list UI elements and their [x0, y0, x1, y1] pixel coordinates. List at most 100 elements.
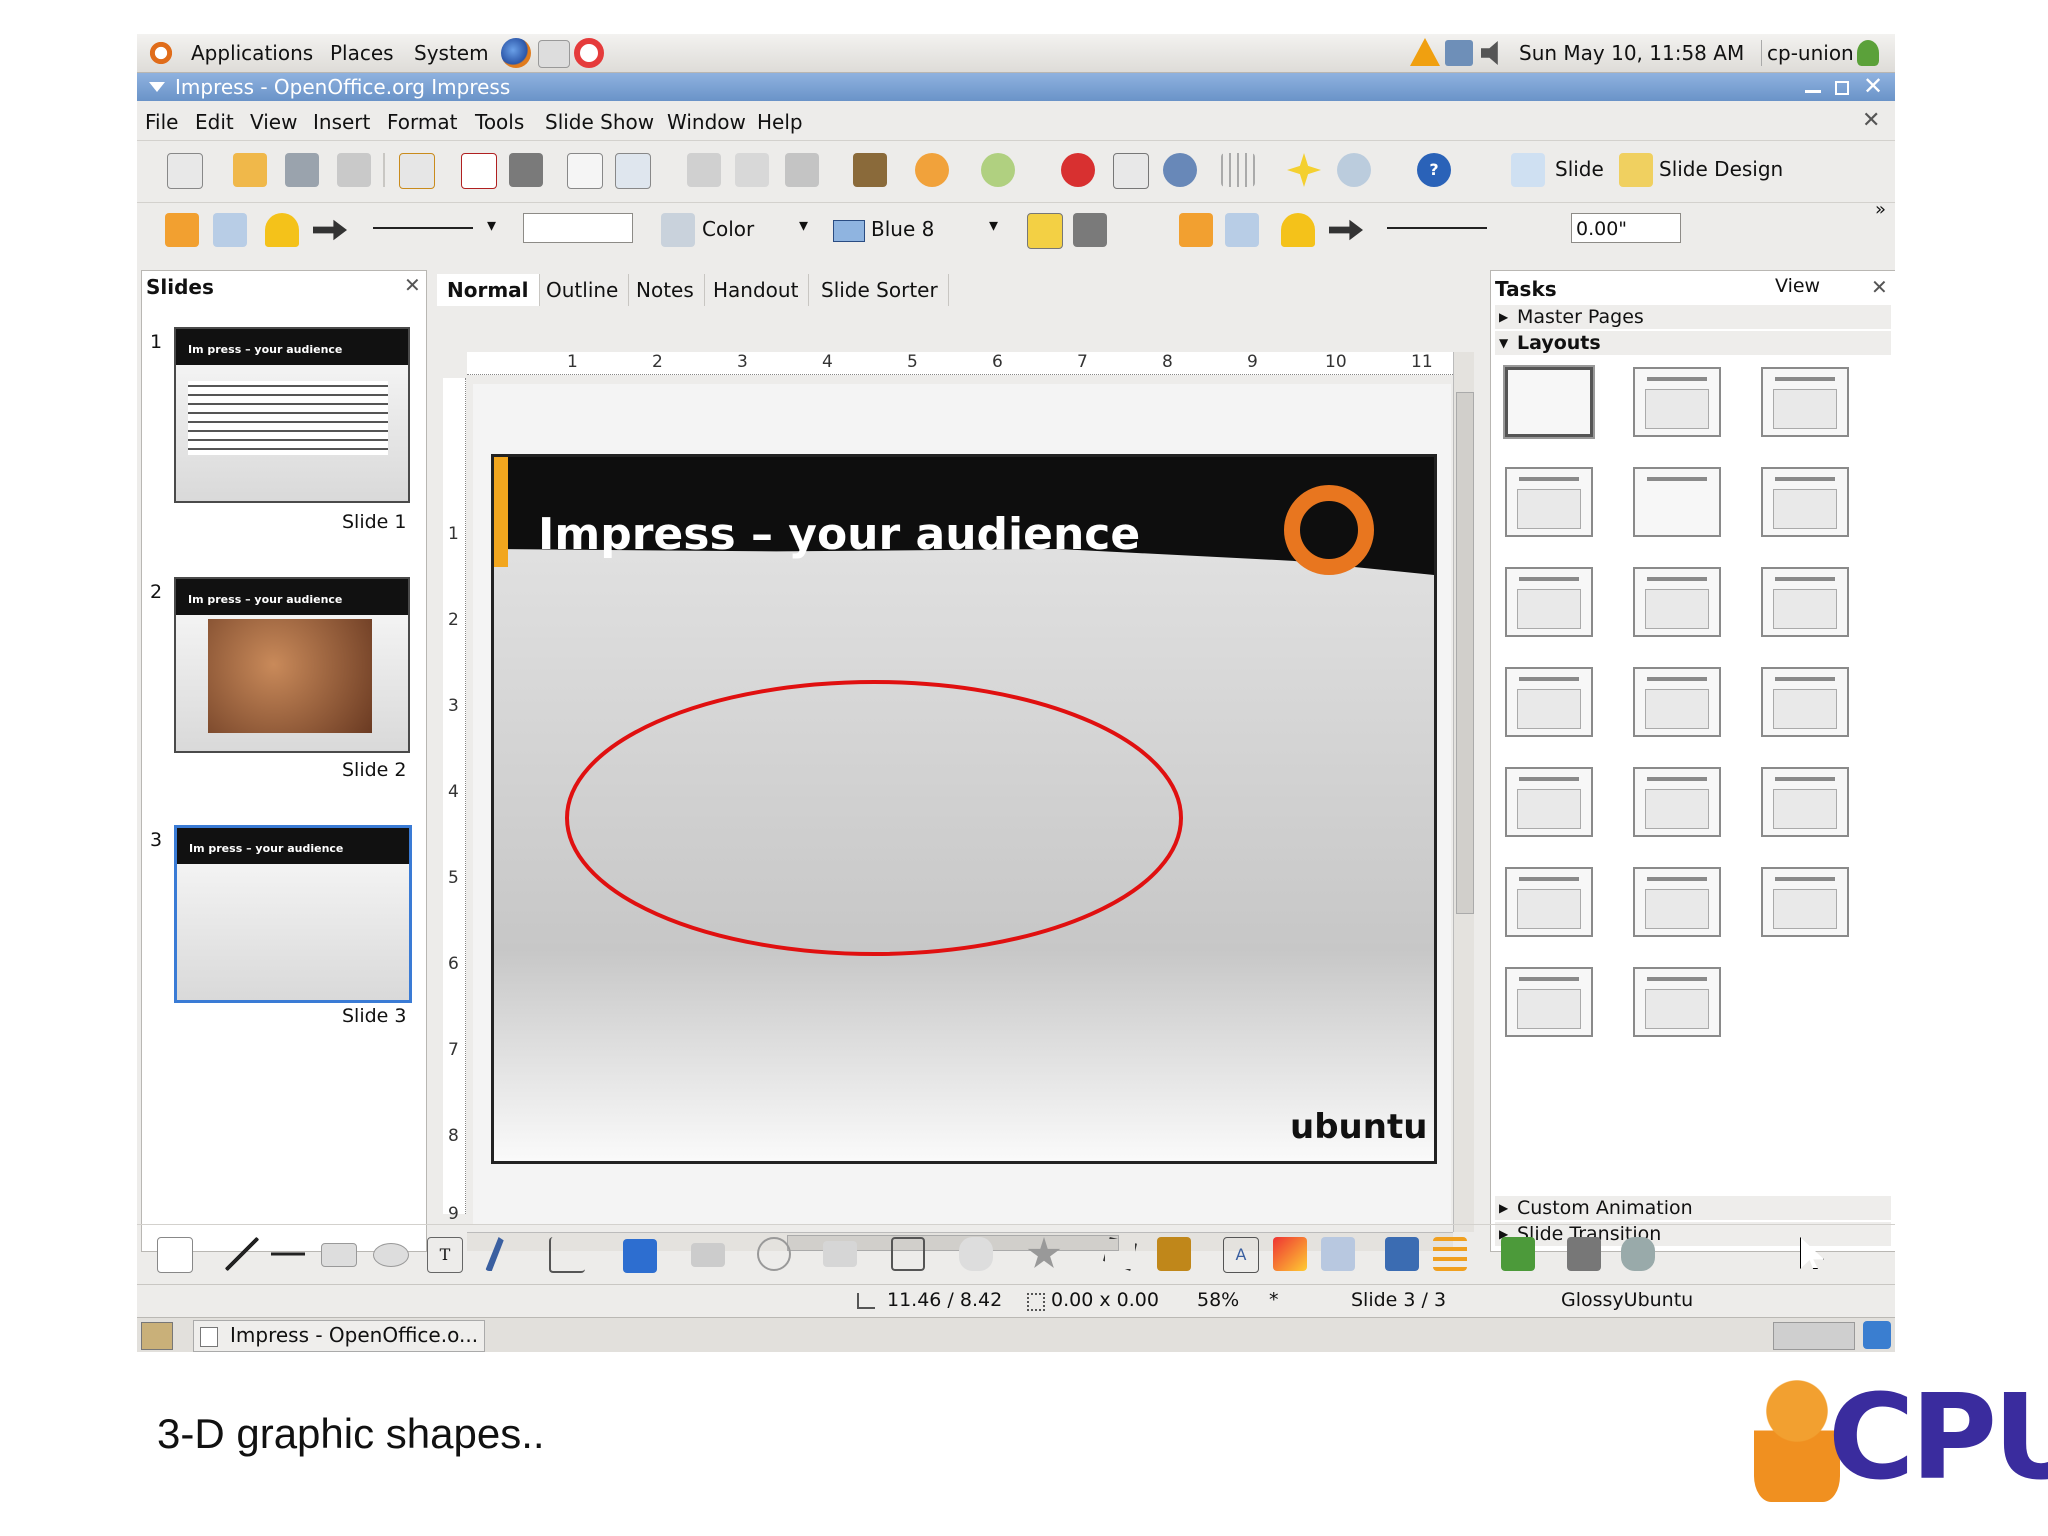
area-color-dropdown-icon[interactable]: ▾	[989, 215, 998, 236]
ubuntu-menu-icon[interactable]	[147, 39, 175, 67]
menu-applications[interactable]: Applications	[191, 40, 313, 66]
spellcheck-icon[interactable]	[567, 153, 603, 189]
layout-chart[interactable]	[1505, 567, 1593, 637]
user-icon[interactable]	[1857, 40, 1879, 66]
scroll-thumb[interactable]	[1456, 392, 1474, 914]
section-layouts[interactable]: ▼ Layouts	[1495, 331, 1891, 355]
window-menu-icon[interactable]	[149, 82, 165, 92]
area-color-swatch[interactable]	[833, 220, 865, 242]
arrange-icon[interactable]	[165, 213, 199, 247]
text-tool-icon[interactable]: T	[427, 1237, 463, 1273]
layout-obj-text[interactable]	[1761, 767, 1849, 837]
line-style-select-2[interactable]	[1387, 227, 1487, 229]
extrusion-icon[interactable]	[1567, 1237, 1601, 1271]
toolbar-overflow-icon[interactable]: »	[1875, 199, 1886, 220]
mail-icon[interactable]	[538, 40, 570, 68]
layout-two-col[interactable]	[1505, 467, 1593, 537]
section-custom-animation[interactable]: ▶ Custom Animation	[1495, 1196, 1891, 1220]
volume-icon[interactable]	[1481, 41, 1498, 65]
menu-help[interactable]: Help	[757, 110, 803, 134]
arrow-style-icon-2[interactable]	[1329, 219, 1363, 241]
select-pointer-icon[interactable]	[157, 1237, 193, 1273]
3d-toggle-icon[interactable]	[1073, 213, 1107, 247]
slide-thumbnail-2[interactable]: Im press – your audience	[174, 577, 410, 753]
connector-tool-icon[interactable]	[549, 1237, 585, 1273]
minimize-icon[interactable]	[1805, 90, 1821, 93]
line-style-icon-2[interactable]	[1281, 213, 1315, 247]
menu-edit[interactable]: Edit	[195, 110, 234, 134]
slide-thumbnail-3[interactable]: Im press – your audience	[174, 825, 412, 1003]
help-lifebuoy-icon[interactable]	[574, 38, 604, 68]
close-tasks-icon[interactable]: ✕	[1871, 275, 1888, 299]
layout-table[interactable]	[1633, 567, 1721, 637]
close-document-icon[interactable]: ✕	[1862, 108, 1880, 133]
line-style-select[interactable]	[373, 227, 473, 229]
taskbar-button[interactable]: Impress - OpenOffice.o...	[193, 1320, 485, 1352]
menu-slide-show[interactable]: Slide Show	[545, 110, 654, 134]
format-paintbrush-icon[interactable]	[853, 153, 887, 187]
layout-chart-text[interactable]	[1761, 667, 1849, 737]
layout-text-over[interactable]	[1505, 967, 1593, 1037]
fontwork-icon[interactable]: A	[1223, 1237, 1259, 1273]
glue-points-icon[interactable]	[1157, 1237, 1191, 1271]
workspace-switcher[interactable]	[1773, 1322, 1855, 1350]
curve-tool-icon[interactable]	[485, 1237, 504, 1271]
toggle-3d-icon[interactable]	[1621, 1237, 1655, 1271]
zoom-level[interactable]: 58%	[1197, 1285, 1239, 1315]
navigator-icon[interactable]	[1163, 153, 1197, 187]
paste-icon[interactable]	[785, 153, 819, 187]
area-color-select[interactable]: Blue 8	[871, 217, 934, 241]
save-icon[interactable]	[285, 153, 319, 187]
line-arrow-tool-icon[interactable]	[271, 1237, 305, 1271]
slide-button[interactable]: Slide	[1555, 157, 1604, 181]
flowchart-icon[interactable]	[891, 1237, 925, 1271]
arrow-style-icon[interactable]	[313, 219, 347, 241]
layout-obj-over[interactable]	[1505, 867, 1593, 937]
layout-text-2obj[interactable]	[1633, 767, 1721, 837]
menu-places[interactable]: Places	[330, 40, 394, 66]
line-style-icon[interactable]	[265, 213, 299, 247]
user-switcher[interactable]: cp-union	[1767, 40, 1854, 66]
layout-blank[interactable]	[1503, 365, 1595, 439]
warning-icon[interactable]	[1410, 38, 1440, 66]
ellipse-tool-icon[interactable]	[373, 1243, 409, 1267]
show-desktop-icon[interactable]	[141, 1322, 173, 1350]
circle-shape-icon[interactable]	[757, 1237, 791, 1271]
arrange-front-icon[interactable]	[1501, 1237, 1535, 1271]
layout-clipart[interactable]	[1761, 567, 1849, 637]
line-tool-icon[interactable]	[225, 1237, 259, 1271]
helplines-icon[interactable]	[1287, 153, 1321, 187]
symbol-shapes-icon[interactable]	[691, 1243, 725, 1267]
block-arrows-icon[interactable]	[823, 1241, 857, 1267]
vertical-scrollbar[interactable]	[1453, 352, 1474, 1232]
gallery-icon[interactable]	[1321, 1237, 1355, 1271]
arrange-object-icon-2[interactable]	[1225, 213, 1259, 247]
ellipse-shape[interactable]	[437, 270, 1477, 1250]
layout-title-content[interactable]	[1761, 367, 1849, 437]
layout-centered[interactable]	[1761, 467, 1849, 537]
layout-text-chart[interactable]	[1505, 667, 1593, 737]
arrange-object-icon[interactable]	[213, 213, 247, 247]
points-icon[interactable]	[1103, 1237, 1137, 1271]
export-pdf-icon[interactable]	[461, 153, 497, 189]
chart-icon[interactable]	[1061, 153, 1095, 187]
print-icon[interactable]	[509, 153, 543, 187]
menu-format[interactable]: Format	[387, 110, 457, 134]
close-window-icon[interactable]: ✕	[1863, 74, 1885, 98]
layout-title-only[interactable]	[1633, 467, 1721, 537]
area-style-dropdown-icon[interactable]: ▾	[799, 215, 808, 236]
menu-file[interactable]: File	[145, 110, 178, 134]
line-width-field[interactable]	[523, 213, 633, 243]
table-icon[interactable]	[1113, 153, 1149, 189]
area-style-select[interactable]: Color	[702, 217, 754, 241]
cut-icon[interactable]	[687, 153, 721, 187]
stars-icon[interactable]	[1027, 1237, 1061, 1268]
close-slides-pane-icon[interactable]: ✕	[404, 273, 421, 297]
tasks-view-menu[interactable]: View	[1775, 275, 1820, 297]
slide-design-icon[interactable]	[1619, 153, 1653, 187]
section-master-pages[interactable]: ▶ Master Pages	[1495, 305, 1891, 329]
line-style-dropdown[interactable]: ▾	[487, 215, 496, 236]
open-folder-icon[interactable]	[233, 153, 267, 187]
autospellcheck-icon[interactable]	[615, 153, 651, 189]
menu-system[interactable]: System	[414, 40, 489, 66]
